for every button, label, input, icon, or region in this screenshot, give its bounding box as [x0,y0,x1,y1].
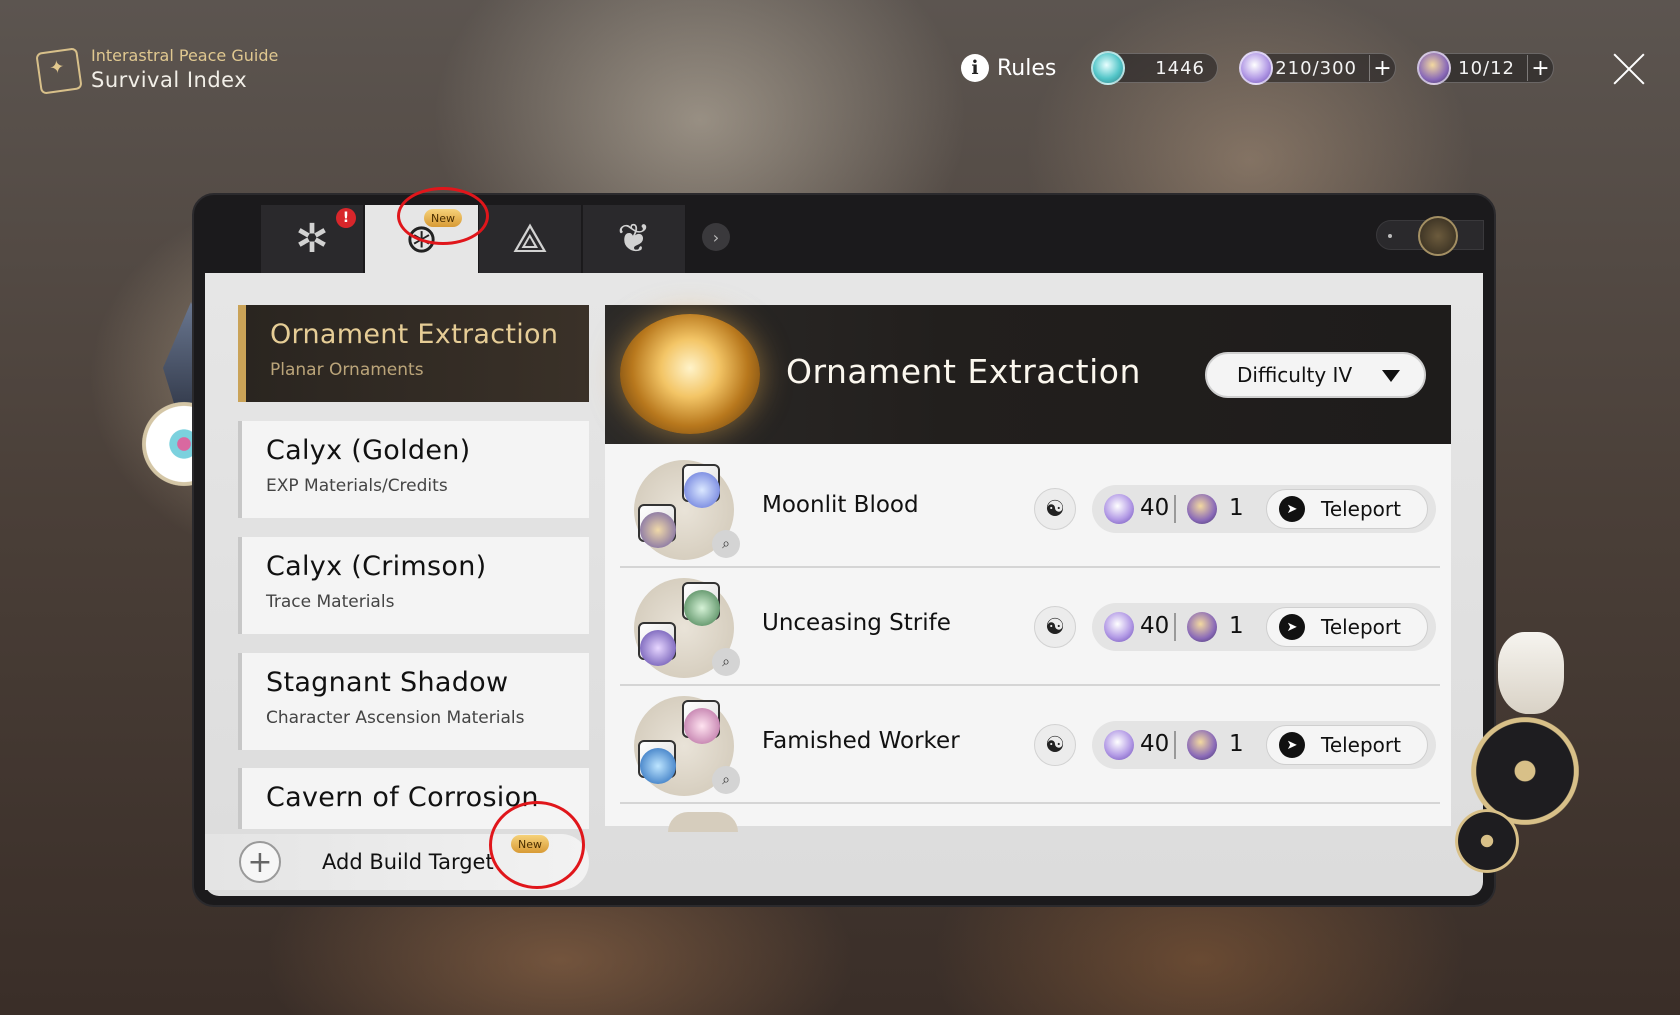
rules-label: Rules [997,55,1057,81]
reserve-cost: 1 [1229,731,1244,757]
teleport-button[interactable]: ➤ Teleport [1266,607,1428,647]
divider [1174,495,1176,523]
reserve-power-counter: 10/12 + [1417,51,1554,85]
power-cost: 40 [1140,731,1170,757]
add-build-target-label[interactable]: Add Build Target [322,850,494,874]
reserve-power-icon [1187,730,1217,760]
domain-name: Famished Worker [762,728,960,754]
reserve-power-icon [1417,51,1451,85]
navigation-arrow-icon: ➤ [1279,732,1305,758]
category-subtitle: Planar Ornaments [270,360,424,380]
trailblaze-power-counter: 210/300 + [1239,51,1396,85]
stellar-jade-value: 1446 [1155,57,1205,79]
trailblaze-power-icon [1104,612,1134,642]
annotation-circle [397,187,489,245]
cost-panel: 40 1 ➤ Teleport [1092,603,1436,651]
category-subtitle: EXP Materials/Credits [266,476,448,496]
domain-name: Unceasing Strife [762,610,951,636]
dark-flower-decoration [1452,806,1522,876]
lotus-emblem-icon: ❦ [617,216,651,262]
reserve-cost: 1 [1229,495,1244,521]
add-trailblaze-power-button[interactable]: + [1369,55,1395,81]
domain-row: ⌕ Unceasing Strife ☯ 40 1 ➤ Teleport [620,568,1440,686]
category-ornament-extraction[interactable]: Ornament Extraction Planar Ornaments [238,305,589,402]
reserve-power-icon [1187,494,1217,524]
teleport-button[interactable]: ➤ Teleport [1266,725,1428,765]
annotation-circle [489,801,585,889]
category-title: Calyx (Crimson) [266,551,487,582]
difficulty-dropdown[interactable]: Difficulty IV [1205,352,1426,398]
guide-subtitle: Interastral Peace Guide [91,46,279,65]
domain-name: Moonlit Blood [762,492,919,518]
triangle-emblem-icon: ⟁ [512,216,548,262]
divider [1174,613,1176,641]
banner-title: Ornament Extraction [786,352,1141,391]
guide-book-icon [35,47,83,95]
category-subtitle: Character Ascension Materials [266,708,525,728]
page-header: Interastral Peace Guide Survival Index [35,46,318,96]
stellar-jade-counter: 1446 [1091,51,1218,85]
cost-panel: 40 1 ➤ Teleport [1092,721,1436,769]
power-cost: 40 [1140,613,1170,639]
reserve-power-icon [1187,612,1217,642]
teleport-label: Teleport [1321,733,1401,757]
category-calyx-crimson[interactable]: Calyx (Crimson) Trace Materials [238,537,589,634]
trailblaze-power-icon [1104,730,1134,760]
difficulty-value: Difficulty IV [1237,363,1353,387]
boss-icon[interactable]: ☯ [1034,724,1076,766]
teleport-button[interactable]: ➤ Teleport [1266,489,1428,529]
trailblaze-power-icon [1104,494,1134,524]
magnifier-icon[interactable]: ⌕ [712,648,740,676]
teleport-label: Teleport [1321,497,1401,521]
category-title: Calyx (Golden) [266,435,471,466]
rules-button[interactable]: i Rules [961,52,1056,84]
page-title: Survival Index [91,68,248,92]
compass-emblem-icon: ✲ [295,216,329,262]
divider [1174,731,1176,759]
indicator-dot [1388,234,1392,238]
info-icon: i [961,54,989,82]
power-cost: 40 [1140,495,1170,521]
tab-treasures[interactable]: ⟁ [479,205,582,273]
domain-row: ⌕ Moonlit Blood ☯ 40 1 ➤ Teleport [620,450,1440,568]
magnifier-icon[interactable]: ⌕ [712,530,740,558]
cost-panel: 40 1 ➤ Teleport [1092,485,1436,533]
chevron-right-icon[interactable]: › [702,223,730,251]
navigation-arrow-icon: ➤ [1279,496,1305,522]
close-icon[interactable] [1612,52,1646,86]
caret-down-icon [1382,370,1400,382]
alert-badge: ! [336,208,356,228]
category-calyx-golden[interactable]: Calyx (Golden) EXP Materials/Credits [238,421,589,518]
trailblaze-power-value: 210/300 [1275,57,1357,79]
tab-strategic-training[interactable]: ❦ [583,205,686,273]
reward-preview-image [668,812,738,832]
teleport-label: Teleport [1321,615,1401,639]
category-title: Ornament Extraction [270,319,559,350]
emblem-icon[interactable] [1418,216,1458,256]
mascot-decoration [1498,632,1564,714]
reserve-cost: 1 [1229,613,1244,639]
boss-icon[interactable]: ☯ [1034,488,1076,530]
navigation-arrow-icon: ➤ [1279,614,1305,640]
reserve-power-value: 10/12 [1458,57,1515,79]
planar-orb-icon [620,314,760,434]
domain-row: ⌕ Famished Worker ☯ 40 1 ➤ Teleport [620,686,1440,804]
stellar-jade-icon [1091,51,1125,85]
category-subtitle: Trace Materials [266,592,395,612]
trailblaze-power-icon [1239,51,1273,85]
category-title: Stagnant Shadow [266,667,509,698]
category-stagnant-shadow[interactable]: Stagnant Shadow Character Ascension Mate… [238,653,589,750]
boss-icon[interactable]: ☯ [1034,606,1076,648]
magnifier-icon[interactable]: ⌕ [712,766,740,794]
add-reserve-power-button[interactable]: + [1527,55,1553,81]
plus-icon[interactable]: + [239,841,281,883]
